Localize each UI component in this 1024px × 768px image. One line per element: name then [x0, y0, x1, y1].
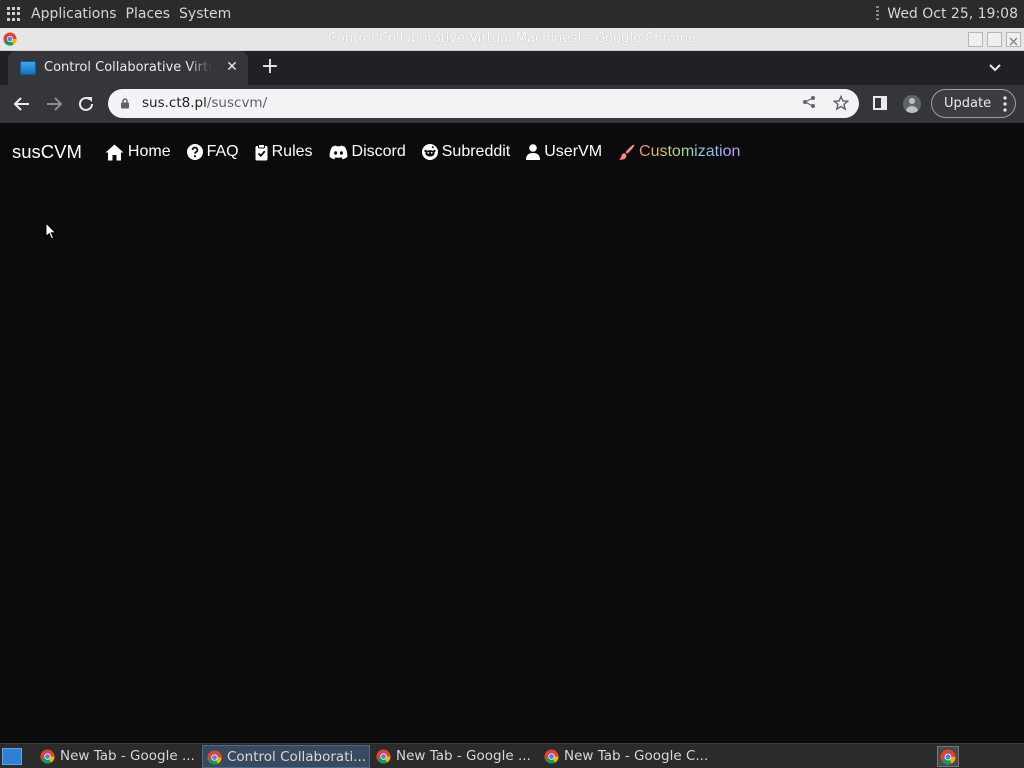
nav-customization-label: Customization: [639, 143, 741, 160]
update-label: Update: [944, 96, 992, 111]
arrow-right-icon: [47, 97, 63, 111]
bookmark-button[interactable]: [832, 94, 850, 113]
user-icon: [526, 144, 541, 160]
taskbar-item-active[interactable]: Control Collaborati...: [202, 745, 370, 768]
apps-grid-icon[interactable]: [7, 7, 21, 21]
nav-discord[interactable]: Discord: [329, 143, 406, 161]
nav-uservm[interactable]: UserVM: [526, 143, 602, 161]
question-circle-icon: [186, 144, 203, 160]
chrome-logo-icon: [544, 749, 559, 764]
url-text[interactable]: sus.ct8.pl/suscvm/: [142, 95, 267, 111]
nav-faq-label: FAQ: [206, 143, 239, 160]
side-panel-icon[interactable]: [873, 96, 887, 110]
nav-subreddit[interactable]: Subreddit: [421, 143, 511, 161]
taskbar-item-label: New Tab - Google ...: [396, 748, 531, 764]
taskbar-item-new-tab-3[interactable]: New Tab - Google C...: [540, 745, 712, 768]
taskbar-item-new-tab-1[interactable]: New Tab - Google ...: [36, 745, 196, 768]
address-bar[interactable]: sus.ct8.pl/suscvm/: [108, 89, 859, 118]
arrow-left-icon: [13, 97, 29, 111]
chrome-logo-icon: [207, 750, 222, 765]
places-menu[interactable]: Places: [126, 6, 171, 22]
site-brand[interactable]: susCVM: [12, 141, 82, 163]
applications-menu[interactable]: Applications: [31, 6, 117, 22]
browser-toolbar: sus.ct8.pl/suscvm/ Update: [0, 85, 1024, 123]
site-navbar: susCVM Home FAQ Rules Discord Subreddit …: [0, 141, 756, 163]
paintbrush-icon: [618, 144, 635, 160]
taskbar-item-label: New Tab - Google C...: [564, 748, 709, 764]
tab-title: Control Collaborative Virtual Machines!: [44, 60, 212, 75]
tab-search-button[interactable]: [988, 57, 1002, 77]
share-icon: [803, 96, 815, 108]
share-button[interactable]: [800, 95, 818, 113]
system-menu[interactable]: System: [179, 6, 231, 22]
forward-button[interactable]: [43, 93, 65, 115]
clock[interactable]: Wed Oct 25, 19:08: [887, 6, 1018, 22]
reload-button[interactable]: [75, 93, 97, 115]
page-content: susCVM Home FAQ Rules Discord Subreddit …: [0, 123, 1024, 743]
back-button[interactable]: [11, 93, 33, 115]
profile-avatar-icon[interactable]: [903, 95, 921, 113]
tab-strip: Control Collaborative Virtual Machines! …: [0, 51, 1024, 85]
clipboard-check-icon: [255, 143, 268, 160]
nav-rules-label: Rules: [271, 143, 313, 160]
chrome-logo-icon: [940, 749, 956, 765]
chrome-logo-icon: [376, 749, 391, 764]
taskbar-item-new-tab-2[interactable]: New Tab - Google ...: [372, 745, 534, 768]
chrome-logo-icon: [40, 749, 55, 764]
nav-customization[interactable]: Customization: [618, 143, 740, 161]
chevron-down-icon: [989, 64, 1001, 72]
reddit-icon: [421, 144, 438, 160]
tray-chrome-button[interactable]: [937, 746, 959, 767]
top-panel: Applications Places System Wed Oct 25, 1…: [0, 0, 1024, 28]
close-icon: [1009, 37, 1018, 46]
taskbar-item-label: New Tab - Google ...: [60, 748, 195, 764]
window-close-button[interactable]: [1006, 32, 1021, 47]
tab-active[interactable]: Control Collaborative Virtual Machines! …: [8, 51, 248, 85]
mouse-cursor-icon: [45, 222, 57, 240]
taskbar-item-label: Control Collaborati...: [227, 749, 367, 765]
new-tab-button[interactable]: +: [259, 56, 281, 78]
minimize-button[interactable]: [968, 32, 983, 47]
monitor-favicon-icon: [20, 61, 36, 75]
nav-faq[interactable]: FAQ: [186, 143, 239, 161]
reload-icon: [79, 96, 93, 111]
nav-subreddit-label: Subreddit: [441, 143, 511, 160]
discord-icon: [329, 145, 347, 159]
show-desktop-button[interactable]: [2, 748, 22, 765]
nav-home[interactable]: Home: [105, 143, 171, 161]
update-button[interactable]: Update: [931, 89, 1016, 118]
tab-close-button[interactable]: ✕: [224, 59, 240, 75]
star-icon: [832, 94, 850, 111]
nav-home-label: Home: [127, 143, 171, 160]
nav-discord-label: Discord: [351, 143, 406, 160]
more-vert-icon: [1003, 96, 1007, 112]
window-titlebar[interactable]: Control Collaborative Virtual Machines! …: [0, 28, 1024, 51]
taskbar: New Tab - Google ... Control Collaborati…: [0, 743, 1024, 768]
lock-icon[interactable]: [120, 98, 130, 109]
panel-grip-icon: [876, 6, 880, 22]
home-icon: [105, 144, 124, 160]
url-host: sus.ct8.pl: [142, 95, 207, 111]
nav-rules[interactable]: Rules: [255, 143, 313, 161]
nav-uservm-label: UserVM: [544, 143, 603, 160]
maximize-button[interactable]: [987, 32, 1002, 47]
window-title: Control Collaborative Virtual Machines! …: [327, 31, 697, 46]
url-path: /suscvm/: [206, 95, 268, 111]
